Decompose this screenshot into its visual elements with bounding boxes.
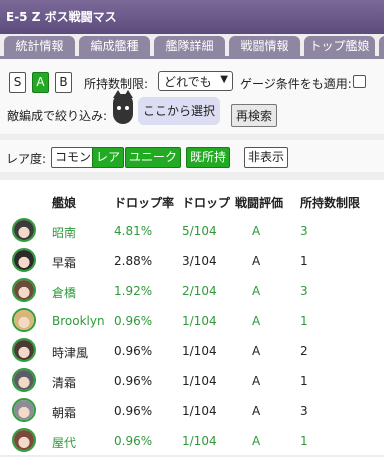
table-row: Brooklyn 0.96% 1/104 A 1 — [0, 307, 384, 337]
ship-avatar — [12, 278, 36, 302]
chevron-down-icon: ▼ — [220, 74, 228, 85]
ship-avatar — [12, 368, 36, 392]
drop-rate: 1.92% — [114, 284, 153, 298]
header-drop-count: ドロップ — [182, 196, 231, 210]
drop-rate: 0.96% — [114, 434, 153, 448]
table-row: 時津風 0.96% 1/104 A 2 — [0, 337, 384, 367]
battle-rank: A — [252, 344, 261, 358]
owned-limit: 3 — [300, 224, 308, 238]
drop-rate: 4.81% — [114, 224, 153, 238]
header-limit: 所持数制限 — [300, 196, 361, 210]
rarity-filter-bar: レア度: コモン レア ユニーク 既所持 非表示 — [0, 140, 384, 172]
ship-name[interactable]: Brooklyn — [52, 314, 105, 328]
tab-battle-info[interactable]: 戦闘情報 — [229, 36, 300, 56]
battle-rank: A — [252, 374, 261, 388]
drop-count: 1/104 — [182, 404, 217, 418]
owned-limit: 1 — [300, 254, 308, 268]
battle-rank: A — [252, 404, 261, 418]
ship-avatar — [12, 248, 36, 272]
drop-rate: 0.96% — [114, 374, 153, 388]
select-here-button[interactable]: ここから選択 — [138, 97, 220, 125]
drop-count: 1/104 — [182, 314, 217, 328]
ship-avatar — [12, 218, 36, 242]
gauge-checkbox[interactable] — [353, 75, 366, 88]
filter-label: 敵編成で絞り込み: — [7, 109, 108, 123]
battle-rank: A — [252, 284, 261, 298]
ship-name[interactable]: 早霜 — [52, 254, 76, 271]
tab-bar: 統計情報 編成艦種 艦隊詳細 戦闘情報 トップ艦娘 — [0, 34, 384, 56]
rank-b-button[interactable]: B — [55, 72, 72, 93]
ship-avatar — [12, 308, 36, 332]
drop-count: 1/104 — [182, 374, 217, 388]
research-button[interactable]: 再検索 — [231, 104, 278, 127]
rarity-common-button[interactable]: コモン — [51, 147, 96, 168]
drop-table: 艦娘 ドロップ率 ドロップ 戦闘評価 所持数制限 昭南 4.81% 5/104 A 3 早… — [0, 180, 384, 455]
drop-rate: 0.96% — [114, 344, 153, 358]
rarity-unique-button[interactable]: ユニーク — [125, 147, 182, 168]
header-drop-rate: ドロップ率 — [114, 196, 175, 210]
ship-avatar — [12, 338, 36, 362]
battle-rank: A — [252, 224, 261, 238]
drop-rate: 0.96% — [114, 404, 153, 418]
table-row: 倉橋 1.92% 2/104 A 3 — [0, 277, 384, 307]
limit-select-value: どれでも — [164, 75, 212, 89]
drop-count: 5/104 — [182, 224, 217, 238]
drop-rate: 2.88% — [114, 254, 153, 268]
battle-rank: A — [252, 254, 261, 268]
ship-name[interactable]: 清霜 — [52, 374, 76, 391]
ship-avatar — [12, 398, 36, 422]
drop-count: 3/104 — [182, 254, 217, 268]
ship-name[interactable]: 朝霜 — [52, 404, 76, 421]
table-row: 昭南 4.81% 5/104 A 3 — [0, 217, 384, 247]
tab-fleet-types[interactable]: 編成艦種 — [79, 36, 150, 56]
ship-name[interactable]: 昭南 — [52, 224, 76, 241]
rank-s-button[interactable]: S — [9, 72, 26, 93]
owned-limit: 3 — [300, 284, 308, 298]
rank-a-button[interactable]: A — [32, 72, 49, 93]
tab-fleet-details[interactable]: 艦隊詳細 — [154, 36, 225, 56]
tab-top-ships[interactable]: トップ艦娘 — [304, 36, 375, 56]
drop-count: 1/104 — [182, 434, 217, 448]
drop-count: 1/104 — [182, 344, 217, 358]
tab-statistics[interactable]: 統計情報 — [4, 36, 75, 56]
table-row: 屋代 0.96% 1/104 A 1 — [0, 427, 384, 457]
battle-rank: A — [252, 314, 261, 328]
owned-limit: 1 — [300, 434, 308, 448]
drop-count: 2/104 — [182, 284, 217, 298]
ship-name[interactable]: 屋代 — [52, 434, 76, 451]
battle-rank: A — [252, 434, 261, 448]
enemy-fleet-cat-icon[interactable] — [113, 90, 133, 124]
window-title: E-5 Z ボス戦闘マス — [0, 0, 384, 34]
owned-limit: 1 — [300, 314, 308, 328]
ship-name[interactable]: 倉橋 — [52, 284, 76, 301]
tab-more[interactable] — [379, 36, 384, 56]
rarity-label: レア度: — [6, 152, 47, 166]
header-battle-rank: 戦闘評価 — [235, 196, 284, 210]
owned-limit: 2 — [300, 344, 308, 358]
table-row: 朝霜 0.96% 1/104 A 3 — [0, 397, 384, 427]
limit-select[interactable]: どれでも ▼ — [158, 71, 233, 91]
header-ship: 艦娘 — [52, 196, 77, 210]
rarity-hidden-button[interactable]: 非表示 — [244, 147, 289, 168]
drop-rate: 0.96% — [114, 314, 153, 328]
table-row: 早霜 2.88% 3/104 A 1 — [0, 247, 384, 277]
ship-name[interactable]: 時津風 — [52, 344, 88, 361]
owned-limit: 3 — [300, 404, 308, 418]
gauge-label: ゲージ条件をも適用: — [240, 77, 352, 91]
owned-limit: 1 — [300, 374, 308, 388]
rarity-owned-button[interactable]: 既所持 — [186, 147, 231, 168]
ship-avatar — [12, 428, 36, 452]
rarity-rare-button[interactable]: レア — [92, 147, 125, 168]
table-row: 清霜 0.96% 1/104 A 1 — [0, 367, 384, 397]
